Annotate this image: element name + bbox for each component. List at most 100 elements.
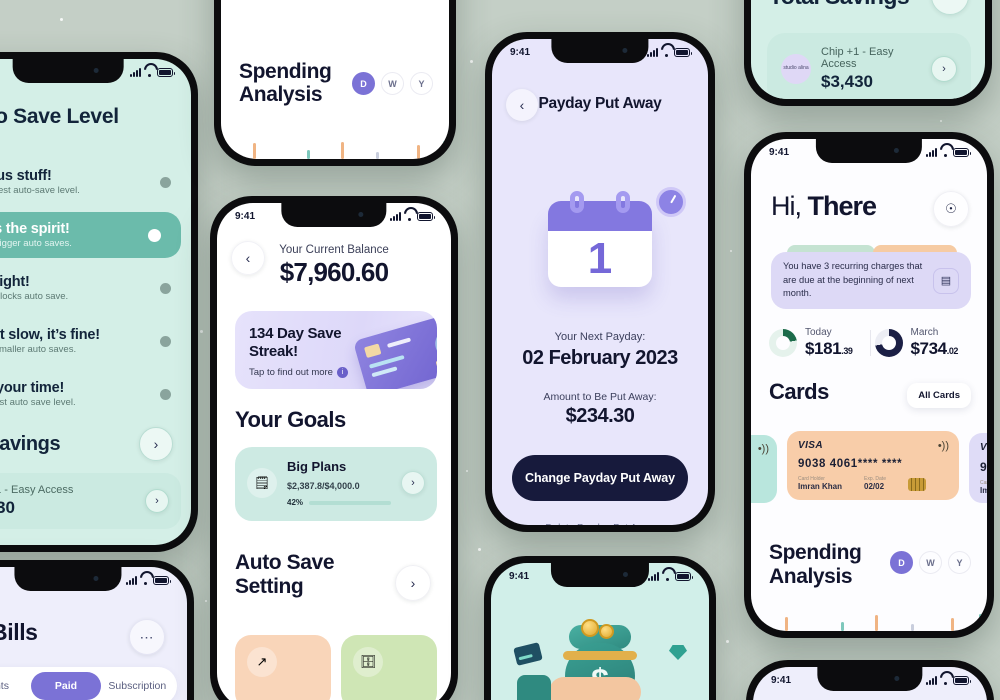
signal-icon bbox=[130, 67, 141, 77]
option-subtitle: Slightly smaller auto saves. bbox=[0, 344, 77, 355]
range-tab-year[interactable]: Y bbox=[410, 72, 433, 95]
wifi-icon bbox=[140, 576, 150, 585]
savings-account-amount: $3,430 bbox=[0, 498, 15, 517]
signal-icon bbox=[926, 147, 937, 157]
chevron-right-icon: › bbox=[411, 476, 415, 489]
stat-cents: .39 bbox=[841, 346, 853, 356]
wifi-icon bbox=[940, 676, 950, 685]
card-visa-lavender[interactable]: VIS 90 Card Imr bbox=[969, 433, 987, 503]
status-time: 9:41 bbox=[510, 46, 531, 58]
money-bag-illustration: $ bbox=[517, 619, 643, 700]
more-options-button[interactable]: ⋯ bbox=[129, 619, 165, 655]
notification-stack: You have 3 recurring charges that are du… bbox=[771, 245, 971, 309]
screen-savings-illustration: 9:41 $ bbox=[491, 563, 709, 700]
range-tab-week[interactable]: W bbox=[381, 72, 404, 95]
stat-value: $734 bbox=[910, 339, 948, 358]
cards-carousel[interactable]: •)) VISA •)) 9038 4061**** **** Card Hol… bbox=[751, 431, 987, 513]
option-subtitle: The goldilocks auto save. bbox=[0, 291, 69, 302]
notifications-button[interactable]: ☉ bbox=[933, 191, 969, 227]
auto-save-option[interactable]: Take it slow, it’s fine! Slightly smalle… bbox=[0, 318, 191, 364]
tile-calendar[interactable]: 🗄 bbox=[341, 635, 437, 700]
phone-savings-illustration: 9:41 $ bbox=[484, 556, 716, 700]
card-visa-orange[interactable]: VISA •)) 9038 4061**** **** Card Holder … bbox=[787, 431, 959, 500]
battery-icon bbox=[953, 675, 971, 685]
speckle bbox=[730, 250, 732, 252]
auto-save-option-selected[interactable]: That’s the spirit! Slightly bigger auto … bbox=[0, 212, 181, 258]
savings-account-card[interactable]: Chip +1 - Easy Access $3,430 › bbox=[0, 473, 181, 529]
stat-label: March bbox=[910, 327, 939, 338]
tile-trend[interactable]: ↗ bbox=[235, 635, 331, 700]
range-tab-year[interactable]: Y bbox=[948, 551, 971, 574]
savings-account-arrow[interactable]: › bbox=[145, 489, 169, 513]
status-bar: 9:41 bbox=[751, 141, 987, 163]
wifi-icon bbox=[404, 212, 414, 221]
range-tab-day[interactable]: D bbox=[352, 72, 375, 95]
goal-arrow-button[interactable]: › bbox=[401, 471, 425, 495]
radio-dot[interactable] bbox=[160, 388, 171, 400]
goal-card-big-plans[interactable]: 🗒 Big Plans $2,387.8/$4,000.0 42% › bbox=[235, 447, 437, 521]
radio-dot[interactable] bbox=[160, 282, 171, 294]
info-icon: i bbox=[336, 367, 348, 379]
total-savings-arrow-button[interactable]: › bbox=[931, 0, 969, 15]
option-title: Take your time! bbox=[0, 380, 65, 396]
greeting-plain: Hi, bbox=[771, 191, 808, 221]
alarm-clock-icon bbox=[656, 187, 686, 217]
range-tab-week[interactable]: W bbox=[919, 551, 942, 574]
signal-icon bbox=[926, 675, 937, 685]
savings-account-arrow[interactable]: › bbox=[931, 56, 957, 82]
page-title: Payday Put Away bbox=[538, 95, 662, 112]
signal-icon bbox=[648, 571, 659, 581]
total-savings-arrow-button[interactable]: › bbox=[139, 427, 173, 461]
stat-today[interactable]: Today $181.39 bbox=[769, 327, 866, 359]
delete-payday-link[interactable]: Delete Payday Put Away bbox=[492, 523, 708, 525]
screen-bills: 9:41 Bills ⋯ ments Paid Subscription bbox=[0, 567, 187, 700]
all-cards-button[interactable]: All Cards bbox=[907, 383, 971, 408]
spending-mini-chart bbox=[221, 125, 449, 159]
stat-label: Today bbox=[805, 327, 832, 338]
auto-save-option[interactable]: Serious stuff! The highest auto-save lev… bbox=[0, 159, 191, 205]
tab-paid[interactable]: Paid bbox=[31, 672, 101, 700]
phone-payday-put-away: 9:41 ‹ Payday Put Away 1 Your Next Payda… bbox=[485, 32, 715, 532]
divider bbox=[869, 330, 871, 356]
notification-card[interactable]: You have 3 recurring charges that are du… bbox=[771, 252, 971, 309]
tab-payments[interactable]: ments bbox=[0, 672, 29, 700]
auto-save-level-list: Serious stuff! The highest auto-save lev… bbox=[0, 159, 191, 424]
stat-march[interactable]: March $734.02 bbox=[874, 327, 972, 359]
auto-save-option[interactable]: Take your time! The lowest auto save lev… bbox=[0, 371, 191, 417]
radio-dot-selected[interactable] bbox=[148, 228, 161, 242]
save-streak-card[interactable]: 134 Day Save Streak! Tap to find out mor… bbox=[235, 311, 437, 389]
auto-save-setting-arrow-button[interactable]: › bbox=[395, 565, 431, 601]
status-bar: 9:41 bbox=[753, 669, 987, 691]
status-bar: 9:41 bbox=[491, 565, 709, 587]
range-tab-day[interactable]: D bbox=[890, 551, 913, 574]
card-holder-name: Imran Khan bbox=[798, 482, 843, 491]
goal-progress-track bbox=[309, 500, 391, 505]
speckle bbox=[200, 330, 203, 333]
stat-value: $181 bbox=[805, 339, 842, 358]
speckle bbox=[205, 600, 207, 602]
chevron-right-icon: › bbox=[155, 494, 159, 507]
card-icon: ▤ bbox=[933, 267, 959, 294]
change-payday-button[interactable]: Change Payday Put Away bbox=[512, 455, 688, 501]
spend-stats: Today $181.39 March $734.02 bbox=[769, 327, 971, 359]
phone-total-savings: Total Savings › studio alina Chip +1 - E… bbox=[744, 0, 992, 106]
savings-account-card[interactable]: studio alina Chip +1 - Easy Access $3,43… bbox=[767, 33, 971, 99]
auto-save-option[interactable]: Just right! The goldilocks auto save. bbox=[0, 265, 191, 311]
radio-dot[interactable] bbox=[160, 176, 171, 188]
status-bar: 9:41 bbox=[0, 569, 187, 591]
tab-subscription[interactable]: Subscription bbox=[103, 672, 172, 700]
option-subtitle: Slightly bigger auto saves. bbox=[0, 238, 72, 249]
range-selector: D W Y bbox=[352, 72, 433, 95]
signal-icon bbox=[390, 211, 401, 221]
wifi-icon bbox=[661, 48, 671, 57]
status-bar: 9:41 bbox=[217, 205, 451, 227]
battery-icon bbox=[157, 67, 175, 77]
contactless-icon: •)) bbox=[757, 443, 769, 455]
speckle bbox=[478, 548, 481, 551]
speckle bbox=[940, 120, 942, 122]
battery-icon bbox=[953, 147, 971, 157]
radio-dot[interactable] bbox=[160, 335, 171, 347]
card-teal[interactable]: •)) bbox=[751, 435, 777, 503]
ellipsis-icon: ⋯ bbox=[139, 628, 155, 645]
screen-bottom-right: 9:41 bbox=[753, 667, 987, 700]
